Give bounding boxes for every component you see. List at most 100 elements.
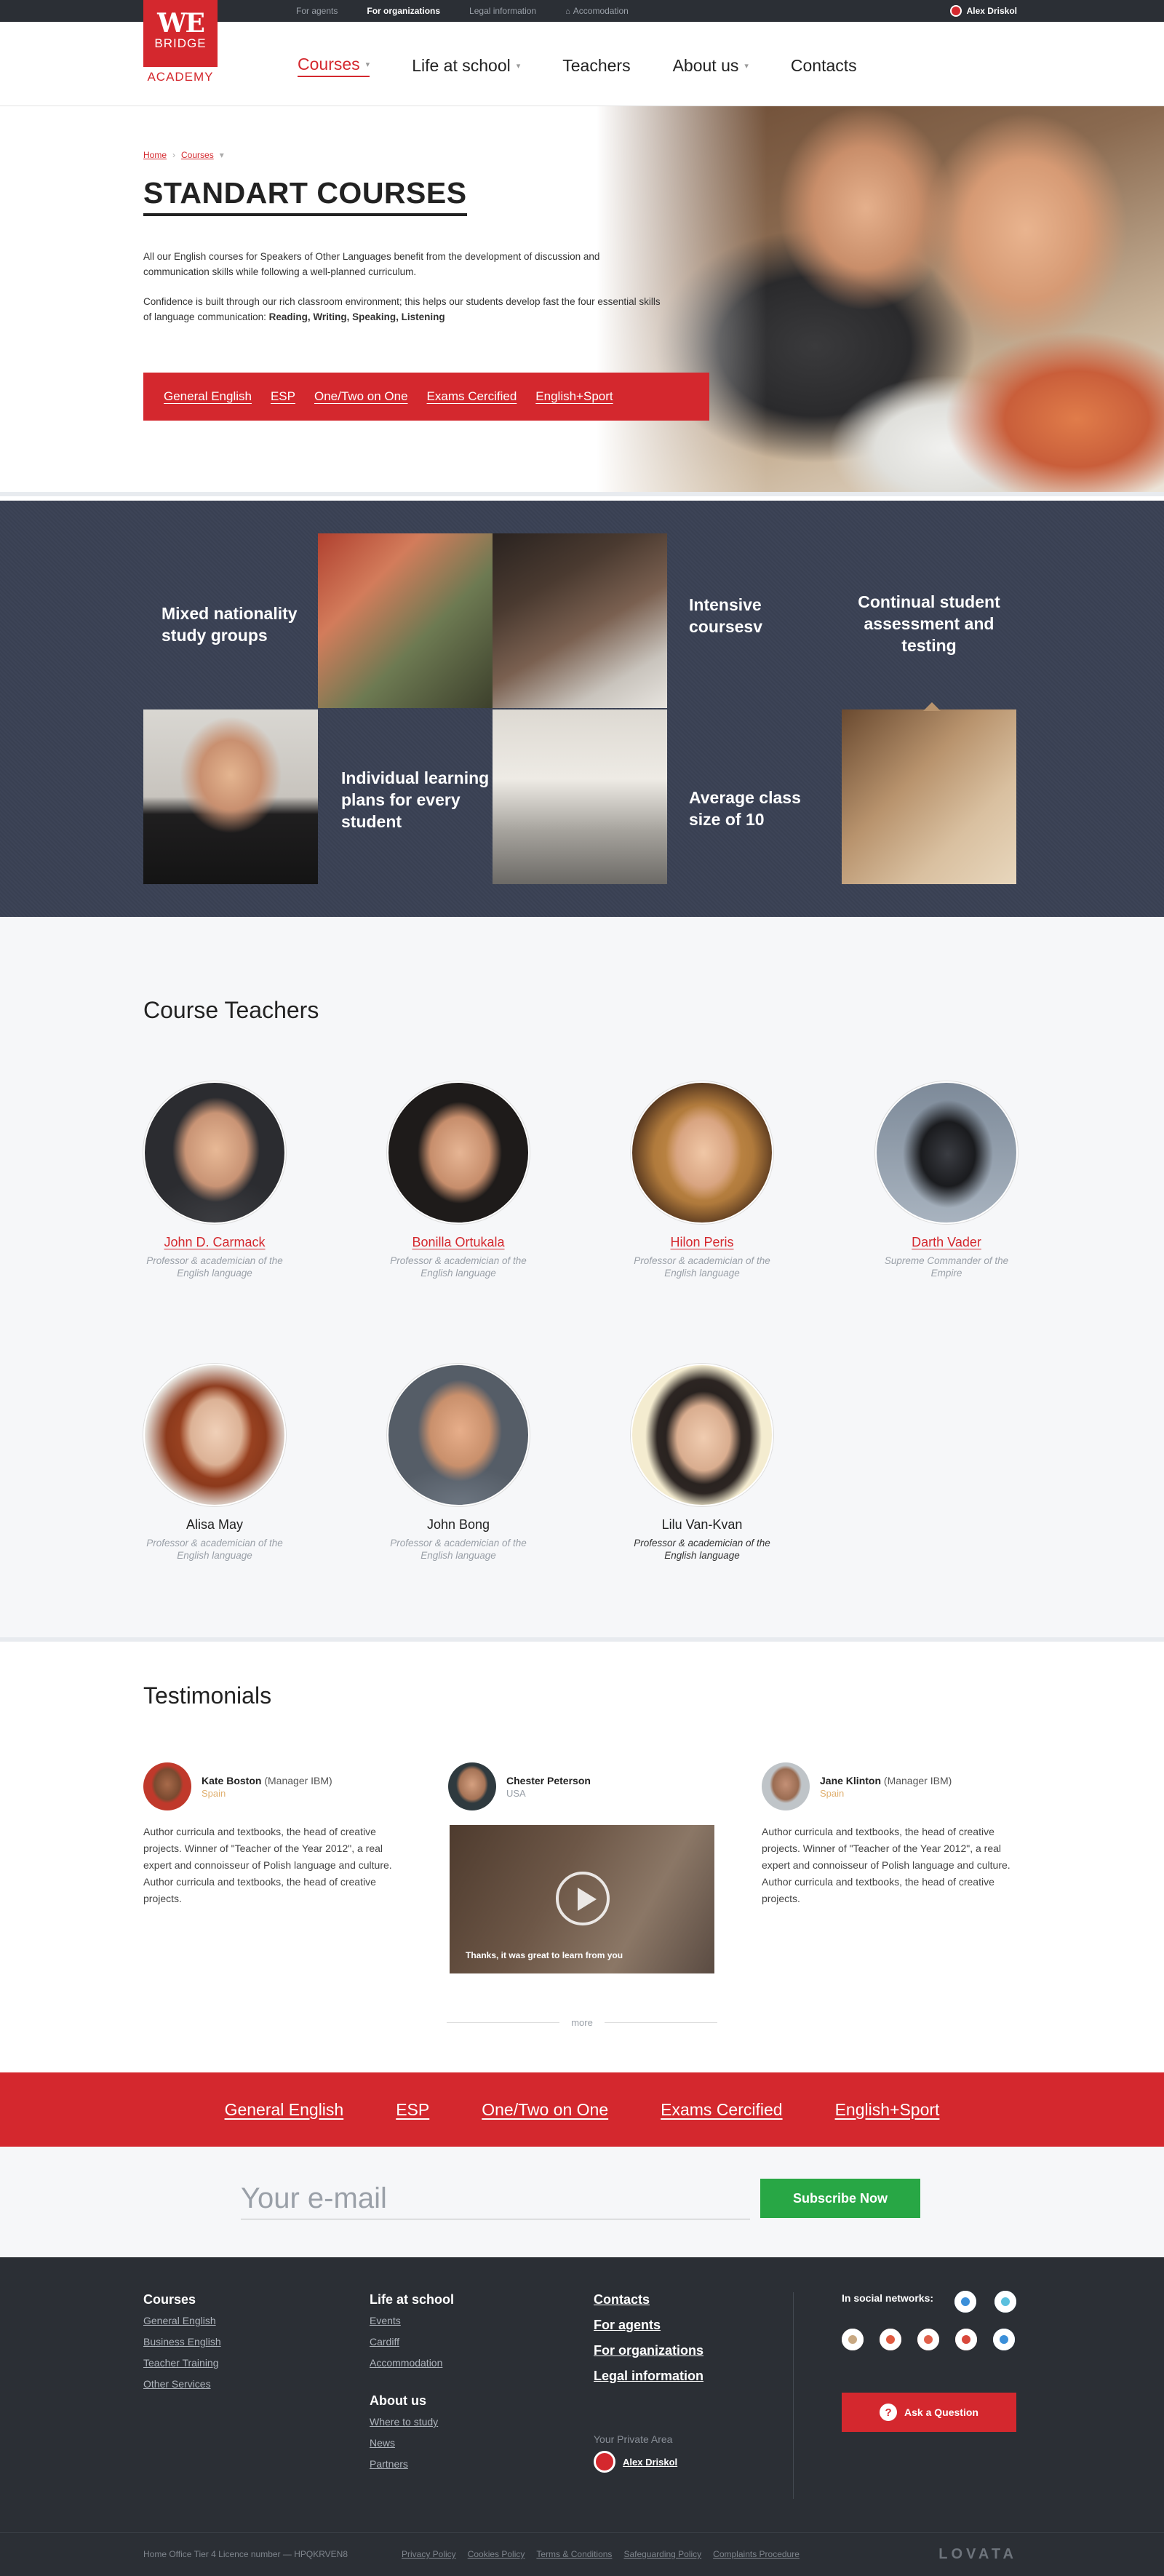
private-area: Your Private Area Alex Driskol <box>594 2433 677 2473</box>
nav-teachers[interactable]: Teachers <box>562 56 630 76</box>
band-link-general-english[interactable]: General English <box>225 2100 344 2120</box>
teacher-name[interactable]: Alisa May <box>143 1517 286 1533</box>
teacher-avatar[interactable] <box>387 1364 530 1506</box>
policy-link[interactable]: Privacy Policy <box>402 2549 456 2559</box>
testimonial-video[interactable]: Thanks, it was great to learn from you <box>450 1825 714 1973</box>
nav-about-us[interactable]: About us ▾ <box>673 56 749 76</box>
divider <box>447 2022 560 2023</box>
band-link-esp[interactable]: ESP <box>396 2100 429 2120</box>
footer-organizations-link[interactable]: For organizations <box>594 2343 703 2358</box>
lovata-logo[interactable]: LOVATA <box>938 2546 1017 2563</box>
band-link-exams[interactable]: Exams Cercified <box>661 2100 782 2120</box>
logo-academy: ACADEMY <box>147 70 214 84</box>
band-link-english-sport[interactable]: English+Sport <box>835 2100 940 2120</box>
teacher-avatar[interactable] <box>387 1081 530 1224</box>
footer-legal-link[interactable]: Legal information <box>594 2369 703 2384</box>
footer-link[interactable]: News <box>370 2437 454 2449</box>
logo-we: WE <box>157 8 205 39</box>
testimonial-text: Author curricula and textbooks, the head… <box>762 1826 1010 1904</box>
more-label: more <box>571 2017 593 2028</box>
social-network-icon[interactable] <box>994 2291 1016 2313</box>
footer-link[interactable]: General English <box>143 2315 221 2326</box>
course-link-english-sport[interactable]: English+Sport <box>535 389 613 404</box>
social-network-icon[interactable] <box>880 2329 901 2350</box>
policy-link[interactable]: Cookies Policy <box>468 2549 525 2559</box>
feature-intensive: Intensive coursesv <box>689 595 763 636</box>
user-icon <box>594 2451 615 2473</box>
logo-box: WE BRIDGE <box>143 0 218 67</box>
footer-link[interactable]: Business English <box>143 2336 221 2348</box>
teacher-name[interactable]: Lilu Van-Kvan <box>631 1517 773 1533</box>
teacher-avatar[interactable] <box>631 1081 773 1224</box>
nav-contacts[interactable]: Contacts <box>791 56 857 76</box>
social-network-icon[interactable] <box>842 2329 864 2350</box>
nav-about-label: About us <box>672 55 739 75</box>
teachers-heading: Course Teachers <box>143 997 319 1023</box>
nav-life-label: Life at school <box>412 55 511 75</box>
link-for-agents[interactable]: For agents <box>296 6 338 16</box>
skills-paragraph: Confidence is built through our rich cla… <box>143 294 667 325</box>
testimonials-heading: Testimonials <box>143 1682 272 1709</box>
ask-question-label: Ask a Question <box>904 2406 978 2418</box>
footer-link[interactable]: Accommodation <box>370 2357 454 2369</box>
footer-link[interactable]: Teacher Training <box>143 2357 221 2369</box>
social-network-icon[interactable] <box>917 2329 939 2350</box>
nav-courses[interactable]: Courses ▾ <box>298 55 370 77</box>
teacher-avatar[interactable] <box>143 1081 286 1224</box>
course-link-one-two[interactable]: One/Two on One <box>314 389 408 404</box>
testimonial-name-line: Chester Peterson <box>506 1775 591 1786</box>
email-field[interactable] <box>241 2179 750 2219</box>
teacher-role: Professor & academician of the English l… <box>146 1538 283 1561</box>
link-legal-information[interactable]: Legal information <box>469 6 536 16</box>
teacher-avatar[interactable] <box>631 1364 773 1506</box>
chevron-down-icon: ▾ <box>744 61 749 71</box>
band-link-one-two[interactable]: One/Two on One <box>482 2100 608 2120</box>
footer-link[interactable]: Events <box>370 2315 454 2326</box>
teacher-avatar[interactable] <box>143 1364 286 1506</box>
social-network-icon[interactable] <box>954 2291 976 2313</box>
more-link[interactable]: more <box>447 2017 717 2028</box>
logo[interactable]: WE BRIDGE ACADEMY <box>143 0 218 86</box>
user-account[interactable]: Alex Driskol <box>949 0 1017 22</box>
testimonial-name: Jane Klinton <box>820 1774 882 1786</box>
teacher-name[interactable]: John D. Carmack <box>143 1235 286 1250</box>
course-link-general-english[interactable]: General English <box>164 389 252 404</box>
teacher-name[interactable]: Bonilla Ortukala <box>387 1235 530 1250</box>
feature-photo-classroom <box>493 709 667 884</box>
private-area-user[interactable]: Alex Driskol <box>594 2451 677 2473</box>
course-link-esp[interactable]: ESP <box>271 389 295 404</box>
policy-link[interactable]: Terms & Conditions <box>536 2549 612 2559</box>
footer-link[interactable]: Where to study <box>370 2416 454 2428</box>
teacher-name[interactable]: Darth Vader <box>875 1235 1018 1250</box>
footer-link[interactable]: Other Services <box>143 2378 221 2390</box>
social-network-icon[interactable] <box>955 2329 977 2350</box>
link-for-organizations[interactable]: For organizations <box>367 6 440 16</box>
testimonial-name-line: Kate Boston (Manager IBM) <box>202 1775 332 1786</box>
policy-link[interactable]: Safeguarding Policy <box>623 2549 701 2559</box>
course-link-exams[interactable]: Exams Cercified <box>427 389 517 404</box>
footer-link[interactable]: Partners <box>370 2458 454 2470</box>
breadcrumb-current[interactable]: Courses <box>181 150 214 160</box>
private-area-user-name: Alex Driskol <box>623 2456 678 2468</box>
tile-notch <box>923 702 941 711</box>
course-links-band: General English ESP One/Two on One Exams… <box>0 2072 1164 2147</box>
teacher-avatar[interactable] <box>875 1081 1018 1224</box>
link-accomodation-label: Accomodation <box>573 6 629 16</box>
footer-agents-link[interactable]: For agents <box>594 2318 703 2333</box>
skills-list: Reading, Writing, Speaking, Listening <box>268 311 445 322</box>
nav-life-at-school[interactable]: Life at school ▾ <box>412 56 520 76</box>
policy-link[interactable]: Complaints Procedure <box>713 2549 800 2559</box>
link-accomodation[interactable]: ⌂ Accomodation <box>565 6 629 16</box>
footer-link[interactable]: Cardiff <box>370 2336 454 2348</box>
breadcrumb-home[interactable]: Home <box>143 150 167 160</box>
footer-heading: Life at school <box>370 2292 455 2307</box>
subscribe-button[interactable]: Subscribe Now <box>760 2179 920 2218</box>
social-network-icon[interactable] <box>993 2329 1015 2350</box>
teacher-name[interactable]: John Bong <box>387 1517 530 1533</box>
ask-question-button[interactable]: ? Ask a Question <box>842 2393 1016 2432</box>
teacher-name[interactable]: Hilon Peris <box>631 1235 773 1250</box>
play-icon[interactable] <box>556 1872 610 1925</box>
testimonial-author: Jane Klinton (Manager IBM) Spain <box>762 1762 1024 1810</box>
footer-contacts-link[interactable]: Contacts <box>594 2292 703 2307</box>
teachers-section: Course Teachers John D. Carmack Professo… <box>0 917 1164 1642</box>
